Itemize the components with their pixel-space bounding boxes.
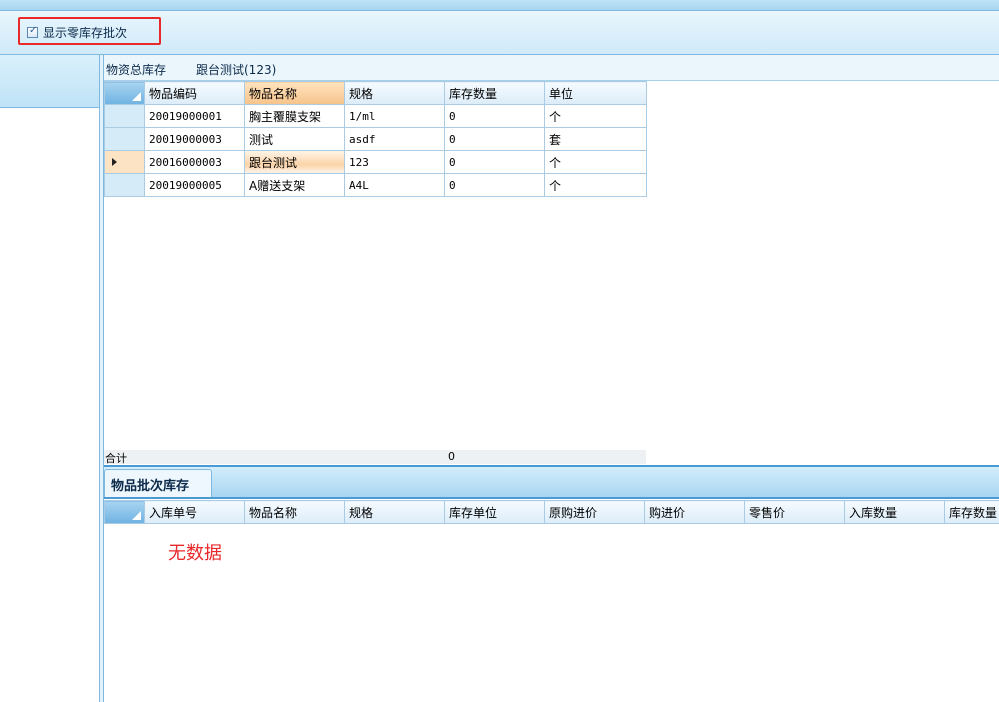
- column-header-qty[interactable]: 库存数量: [444, 81, 545, 105]
- column-header-original-cost[interactable]: 原购进价: [544, 500, 645, 524]
- toolbar: ✓ 显示零库存批次: [0, 11, 999, 55]
- cell-spec[interactable]: asdf: [344, 127, 445, 151]
- cell-unit[interactable]: 个: [544, 150, 647, 174]
- current-row-indicator[interactable]: [104, 150, 145, 174]
- show-zero-stock-label[interactable]: 显示零库存批次: [43, 24, 127, 41]
- column-header-unit[interactable]: 单位: [544, 81, 647, 105]
- cell-unit[interactable]: 个: [544, 173, 647, 197]
- cell-code[interactable]: 20016000003: [144, 150, 245, 174]
- batch-tab-bar: 物品批次库存: [104, 467, 999, 499]
- cell-qty[interactable]: 0: [444, 104, 545, 128]
- column-header-cost[interactable]: 购进价: [644, 500, 745, 524]
- column-header-spec[interactable]: 规格: [344, 81, 445, 105]
- cell-name[interactable]: 测试: [244, 127, 345, 151]
- cell-spec[interactable]: 123: [344, 150, 445, 174]
- column-header-stock-qty[interactable]: 库存数量: [944, 500, 999, 524]
- check-mark-icon: ✓: [29, 25, 38, 36]
- row-header[interactable]: [104, 173, 145, 197]
- grid-corner[interactable]: [104, 81, 145, 105]
- total-qty: 0: [448, 450, 455, 463]
- column-header-inbound-qty[interactable]: 入库数量: [844, 500, 945, 524]
- left-panel: [0, 55, 100, 702]
- column-header-code[interactable]: 物品编码: [144, 81, 245, 105]
- cell-code[interactable]: 20019000001: [144, 104, 245, 128]
- total-label: 合计: [105, 452, 127, 465]
- column-header-item-name[interactable]: 物品名称: [244, 500, 345, 524]
- right-pane: 物资总库存 跟台测试(123) 物品编码 物品名称 规格 库存数量 单位 200…: [103, 55, 999, 702]
- cell-qty[interactable]: 0: [444, 173, 545, 197]
- cell-name-selected[interactable]: 跟台测试: [244, 150, 345, 174]
- table-row[interactable]: 20019000001 胸主覆膜支架 1/ml 0 个: [104, 104, 647, 128]
- grid-corner[interactable]: [104, 500, 145, 524]
- table-row[interactable]: 20019000003 测试 asdf 0 套: [104, 127, 647, 151]
- tab-batch-stock[interactable]: 物品批次库存: [104, 469, 212, 497]
- column-header-retail-price[interactable]: 零售价: [744, 500, 845, 524]
- cell-spec[interactable]: 1/ml: [344, 104, 445, 128]
- cell-name[interactable]: A赠送支架: [244, 173, 345, 197]
- table-row[interactable]: 20019000005 A赠送支架 A4L 0 个: [104, 173, 647, 197]
- cell-name[interactable]: 胸主覆膜支架: [244, 104, 345, 128]
- row-header[interactable]: [104, 104, 145, 128]
- total-stock-label: 物资总库存: [106, 63, 167, 77]
- row-header[interactable]: [104, 127, 145, 151]
- show-zero-stock-checkbox[interactable]: ✓: [27, 25, 38, 38]
- column-header-stock-unit[interactable]: 库存单位: [444, 500, 545, 524]
- inventory-grid: 物品编码 物品名称 规格 库存数量 单位 20019000001 胸主覆膜支架 …: [104, 81, 647, 197]
- column-header-name[interactable]: 物品名称: [244, 81, 345, 105]
- column-header-inbound-no[interactable]: 入库单号: [144, 500, 245, 524]
- cell-code[interactable]: 20019000003: [144, 127, 245, 151]
- empty-state-text: 无数据: [168, 543, 222, 564]
- cell-unit[interactable]: 套: [544, 127, 647, 151]
- column-header-spec[interactable]: 规格: [344, 500, 445, 524]
- batch-grid: 入库单号 物品名称 规格 库存单位 原购进价 购进价 零售价 入库数量 库存数量: [104, 500, 999, 524]
- cell-code[interactable]: 20019000005: [144, 173, 245, 197]
- cell-qty[interactable]: 0: [444, 150, 545, 174]
- summary-row: 合计 0: [104, 450, 646, 465]
- table-row-selected[interactable]: 20016000003 跟台测试 123 0 个: [104, 150, 647, 174]
- cell-unit[interactable]: 个: [544, 104, 647, 128]
- selected-item-label: 跟台测试(123): [196, 63, 277, 77]
- cell-qty[interactable]: 0: [444, 127, 545, 151]
- cell-spec[interactable]: A4L: [344, 173, 445, 197]
- window-top-strip: [0, 0, 999, 11]
- row-pointer-icon: [112, 158, 117, 166]
- tab-batch-stock-label: 物品批次库存: [111, 479, 190, 494]
- left-panel-header: [0, 55, 99, 108]
- info-bar: 物资总库存 跟台测试(123): [104, 55, 999, 81]
